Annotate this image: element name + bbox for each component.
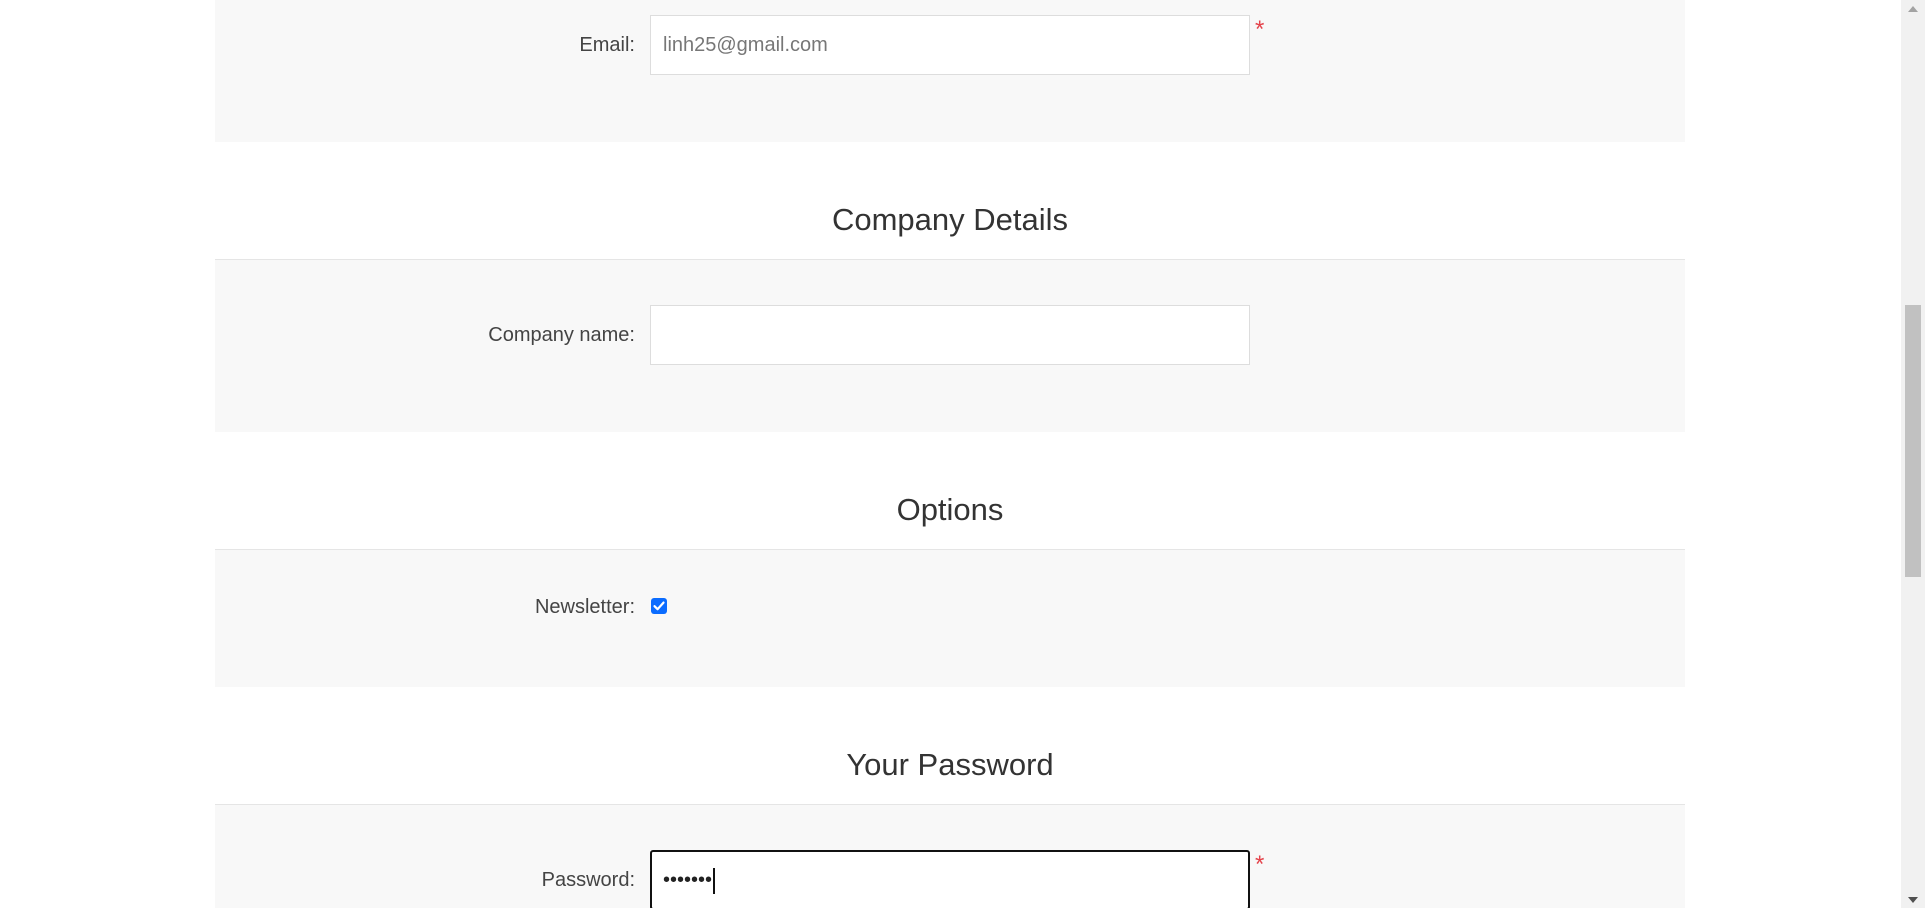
email-required-marker: *: [1255, 16, 1265, 43]
company-name-label: Company name:: [488, 324, 635, 346]
password-row: Password: ••••••• *: [215, 850, 1685, 908]
email-label: Email:: [579, 34, 635, 56]
personal-details-body: Email: linh25@gmail.com *: [215, 0, 1685, 142]
password-body: Password: ••••••• *: [215, 805, 1685, 908]
registration-form: Email: linh25@gmail.com * Company Detail…: [215, 0, 1685, 908]
newsletter-row: Newsletter:: [215, 577, 1685, 637]
company-name-row: Company name:: [215, 305, 1685, 365]
checkmark-icon: [653, 601, 665, 611]
company-details-title: Company Details: [215, 142, 1685, 260]
password-label: Password:: [541, 869, 635, 891]
company-details-body: Company name:: [215, 260, 1685, 432]
scroll-up-button[interactable]: [1901, 0, 1925, 17]
newsletter-label: Newsletter:: [534, 596, 635, 618]
newsletter-checkbox[interactable]: [651, 598, 667, 614]
text-caret: [713, 867, 716, 894]
email-row: Email: linh25@gmail.com *: [215, 15, 1685, 75]
password-title-text: Your Password: [846, 747, 1054, 782]
vertical-scrollbar[interactable]: [1901, 0, 1925, 908]
company-details-title-text: Company Details: [831, 202, 1069, 237]
scroll-down-button[interactable]: [1901, 891, 1925, 908]
page: Email: linh25@gmail.com * Company Detail…: [0, 0, 1925, 908]
password-masked-value: •••••••: [663, 869, 713, 891]
triangle-up-icon: [1908, 5, 1918, 12]
password-title: Your Password: [215, 687, 1685, 805]
company-name-field[interactable]: [650, 305, 1250, 365]
options-body: Newsletter:: [215, 550, 1685, 687]
password-required-marker: *: [1255, 851, 1265, 878]
triangle-down-icon: [1908, 896, 1918, 903]
scroll-thumb[interactable]: [1905, 305, 1921, 577]
options-title: Options: [215, 432, 1685, 550]
password-field[interactable]: •••••••: [650, 850, 1250, 908]
email-field[interactable]: linh25@gmail.com: [650, 15, 1250, 75]
options-title-text: Options: [896, 492, 1004, 527]
